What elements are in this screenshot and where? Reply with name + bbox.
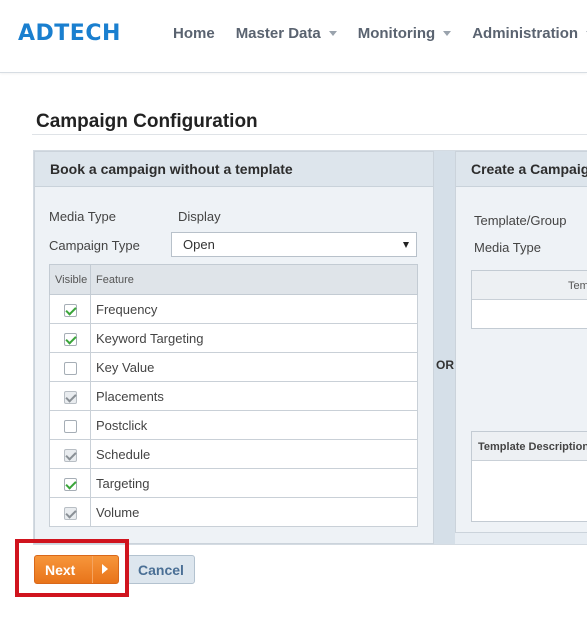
visible-cell [49, 323, 91, 353]
template-group-label: Template/Group [474, 213, 567, 228]
visible-cell [49, 294, 91, 324]
template-panel-title: Create a Campaign [456, 152, 587, 187]
template-media-type-label: Media Type [474, 240, 541, 255]
visible-cell [49, 352, 91, 382]
chevron-down-icon [328, 31, 337, 36]
campaign-type-select[interactable]: Open [171, 232, 417, 257]
visible-cell [49, 497, 91, 527]
feature-name: Volume [90, 497, 418, 527]
visible-checkbox [63, 390, 77, 404]
nav-administration-label: Administration [472, 25, 579, 42]
nav-monitoring[interactable]: Monitoring [357, 25, 452, 42]
campaign-type-selected: Open [183, 237, 215, 252]
no-template-panel-title: Book a campaign without a template [35, 152, 433, 187]
nav-administration[interactable]: Administration [472, 25, 587, 42]
table-row: Volume [49, 497, 418, 527]
nav-master-data[interactable]: Master Data [236, 25, 337, 42]
title-divider [32, 134, 587, 135]
table-row: Schedule [49, 439, 418, 469]
table-row: Postclick [49, 410, 418, 440]
feature-name: Frequency [90, 294, 418, 324]
dropdown-arrow-icon [403, 242, 409, 248]
column-header-visible: Visible [49, 264, 91, 295]
feature-name: Schedule [90, 439, 418, 469]
visible-checkbox[interactable] [63, 419, 77, 433]
top-navbar: ADTECH Home Master Data Monitoring Admin… [0, 0, 587, 73]
campaign-type-label: Campaign Type [49, 238, 140, 253]
visible-checkbox [63, 506, 77, 520]
media-type-label: Media Type [49, 209, 116, 224]
template-description-box: Template Description [471, 431, 587, 522]
table-row: Frequency [49, 294, 418, 324]
nav-home[interactable]: Home [173, 25, 215, 42]
template-description-header: Template Description [472, 432, 587, 461]
visible-checkbox[interactable] [63, 477, 77, 491]
feature-table: Visible Feature Frequency Keyword Targeti… [49, 264, 418, 527]
visible-checkbox [63, 448, 77, 462]
feature-name: Keyword Targeting [90, 323, 418, 353]
visible-cell [49, 410, 91, 440]
feature-name: Placements [90, 381, 418, 411]
feature-table-header: Visible Feature [49, 264, 418, 295]
visible-checkbox[interactable] [63, 361, 77, 375]
feature-name: Targeting [90, 468, 418, 498]
feature-name: Key Value [90, 352, 418, 382]
media-type-value: Display [178, 209, 221, 224]
visible-checkbox[interactable] [63, 332, 77, 346]
template-table-header: Tem [472, 271, 587, 300]
feature-name: Postclick [90, 410, 418, 440]
or-divider [434, 151, 455, 544]
table-row: Placements [49, 381, 418, 411]
nav-home-label: Home [173, 25, 215, 42]
table-row: Keyword Targeting [49, 323, 418, 353]
visible-cell [49, 381, 91, 411]
chevron-down-icon [443, 31, 452, 36]
column-header-feature: Feature [90, 264, 418, 295]
visible-checkbox[interactable] [63, 303, 77, 317]
cancel-button[interactable]: Cancel [127, 555, 195, 584]
table-row: Key Value [49, 352, 418, 382]
visible-cell [49, 439, 91, 469]
main-nav: Home Master Data Monitoring Administrati… [173, 25, 587, 42]
adtech-logo[interactable]: ADTECH [18, 21, 121, 46]
template-table: Tem [471, 270, 587, 329]
nav-master-data-label: Master Data [235, 25, 321, 42]
visible-cell [49, 468, 91, 498]
or-label: OR [436, 358, 454, 372]
table-row: Targeting [49, 468, 418, 498]
nav-monitoring-label: Monitoring [357, 25, 436, 42]
page-title: Campaign Configuration [36, 111, 258, 132]
highlight-annotation [15, 539, 129, 597]
